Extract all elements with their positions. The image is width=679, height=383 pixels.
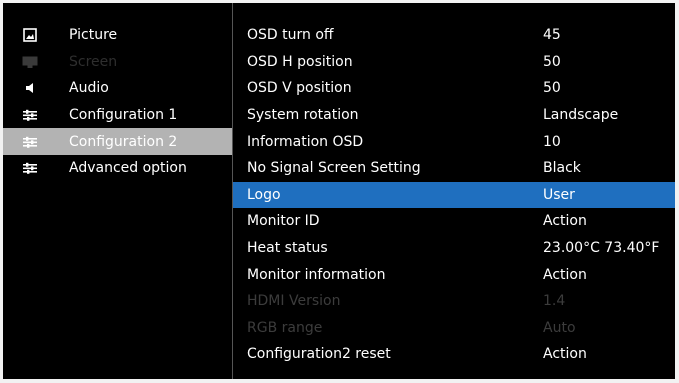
setting-row-information-osd[interactable]: Information OSD 10 (233, 128, 675, 155)
osd-menu: Picture Screen Audio Configuration 1 Con… (3, 3, 675, 379)
sliders-icon (22, 107, 38, 123)
menu-item-label: Configuration 1 (69, 107, 178, 124)
setting-value: 23.00°C 73.40°F (543, 240, 660, 257)
menu-item-label: Configuration 2 (69, 133, 178, 150)
setting-value: 1.4 (543, 293, 566, 310)
menu-item-configuration-2[interactable]: Configuration 2 (3, 128, 232, 155)
setting-value: 10 (543, 133, 561, 150)
setting-row-system-rotation[interactable]: System rotation Landscape (233, 102, 675, 129)
settings-list: OSD turn off 45 OSD H position 50 OSD V … (233, 3, 675, 379)
setting-label: Monitor ID (247, 213, 320, 230)
setting-row-osd-turn-off[interactable]: OSD turn off 45 (233, 22, 675, 49)
setting-row-hdmi-version: HDMI Version 1.4 (233, 288, 675, 315)
picture-icon (22, 27, 38, 43)
menu-item-screen[interactable]: Screen (3, 49, 232, 76)
setting-label: OSD V position (247, 80, 352, 97)
menu-item-picture[interactable]: Picture (3, 22, 232, 49)
setting-row-monitor-id[interactable]: Monitor ID Action (233, 208, 675, 235)
category-menu: Picture Screen Audio Configuration 1 Con… (3, 3, 233, 379)
setting-row-configuration2-reset[interactable]: Configuration2 reset Action (233, 341, 675, 368)
setting-label: Monitor information (247, 266, 386, 283)
setting-value: Landscape (543, 107, 619, 124)
setting-row-logo[interactable]: Logo User (233, 181, 675, 209)
setting-value: Black (543, 160, 581, 177)
setting-row-monitor-information[interactable]: Monitor information Action (233, 261, 675, 288)
setting-row-osd-v-position[interactable]: OSD V position 50 (233, 75, 675, 102)
setting-row-osd-h-position[interactable]: OSD H position 50 (233, 49, 675, 76)
menu-item-label: Picture (69, 27, 118, 44)
setting-value: 45 (543, 27, 561, 44)
setting-label: HDMI Version (247, 293, 341, 310)
setting-value: Action (543, 346, 587, 363)
setting-value: 50 (543, 80, 561, 97)
setting-row-heat-status[interactable]: Heat status 23.00°C 73.40°F (233, 235, 675, 262)
setting-label: System rotation (247, 107, 359, 124)
setting-value: Action (543, 213, 587, 230)
menu-item-audio[interactable]: Audio (3, 75, 232, 102)
setting-label: Configuration2 reset (247, 346, 391, 363)
setting-label: OSD turn off (247, 27, 334, 44)
setting-label: Information OSD (247, 133, 364, 150)
setting-label: OSD H position (247, 53, 353, 70)
menu-item-advanced-option[interactable]: Advanced option (3, 155, 232, 182)
setting-value: User (543, 186, 575, 203)
speaker-icon (22, 80, 38, 96)
sliders-icon (22, 160, 38, 176)
setting-value: Auto (543, 319, 576, 336)
setting-row-no-signal-screen-setting[interactable]: No Signal Screen Setting Black (233, 155, 675, 182)
menu-item-configuration-1[interactable]: Configuration 1 (3, 102, 232, 129)
setting-value: 50 (543, 53, 561, 70)
menu-item-label: Audio (69, 80, 109, 97)
sliders-icon (22, 134, 38, 150)
menu-item-label: Screen (69, 53, 118, 70)
setting-label: RGB range (247, 319, 323, 336)
setting-row-rgb-range: RGB range Auto (233, 315, 675, 342)
setting-label: Logo (247, 186, 281, 203)
setting-label: Heat status (247, 240, 328, 257)
setting-value: Action (543, 266, 587, 283)
setting-label: No Signal Screen Setting (247, 160, 421, 177)
screen-icon (22, 54, 38, 70)
menu-item-label: Advanced option (69, 160, 187, 177)
